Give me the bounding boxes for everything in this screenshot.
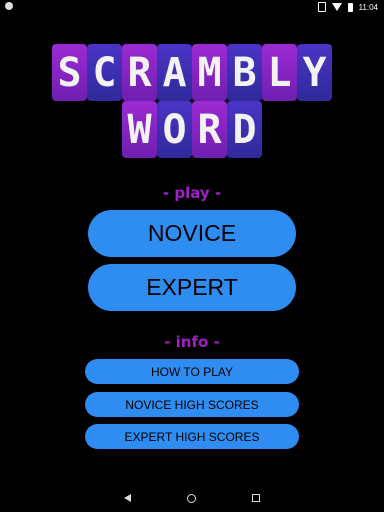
how-to-play-button[interactable]: HOW TO PLAY (85, 359, 299, 384)
notification-icon (5, 2, 13, 10)
expert-high-scores-button[interactable]: EXPERT HIGH SCORES (85, 424, 299, 449)
home-icon[interactable] (187, 494, 196, 503)
title-tile: Y (297, 44, 332, 101)
status-icons: 11:04 (317, 0, 378, 14)
back-icon[interactable] (124, 494, 131, 502)
vibrate-icon (317, 2, 326, 12)
status-time: 11:04 (358, 2, 378, 12)
title-tile: A (157, 44, 192, 101)
battery-icon (347, 2, 353, 12)
title-tile: R (192, 101, 227, 158)
title-tile: S (52, 44, 87, 101)
title-tile: D (227, 101, 262, 158)
recent-apps-icon[interactable] (252, 494, 260, 502)
title-tile: O (157, 101, 192, 158)
title-scrambly: S C R A M B L Y (0, 44, 384, 101)
title-tile: R (122, 44, 157, 101)
play-section-label: - play - (162, 184, 222, 202)
novice-button[interactable]: NOVICE (88, 210, 296, 257)
expert-button[interactable]: EXPERT (88, 264, 296, 311)
info-section-label: - info - (164, 333, 220, 351)
novice-high-scores-button[interactable]: NOVICE HIGH SCORES (85, 392, 299, 417)
title-word: W O R D (0, 101, 384, 158)
title-tile: B (227, 44, 262, 101)
title-tile: L (262, 44, 297, 101)
status-bar: 11:04 (0, 0, 384, 14)
wifi-icon (331, 3, 342, 11)
title-tile: C (87, 44, 122, 101)
title-tile: W (122, 101, 157, 158)
title-tile: M (192, 44, 227, 101)
